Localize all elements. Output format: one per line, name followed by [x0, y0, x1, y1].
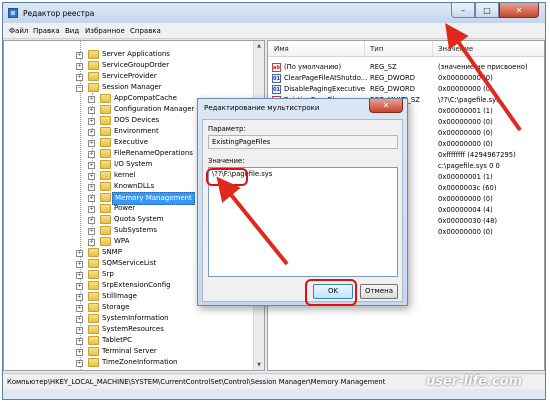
annotation-arrows — [216, 23, 522, 266]
arrow-to-existing-value — [445, 23, 522, 132]
arrow-to-new-value — [216, 176, 289, 266]
watermark: user-life.com — [426, 374, 523, 389]
